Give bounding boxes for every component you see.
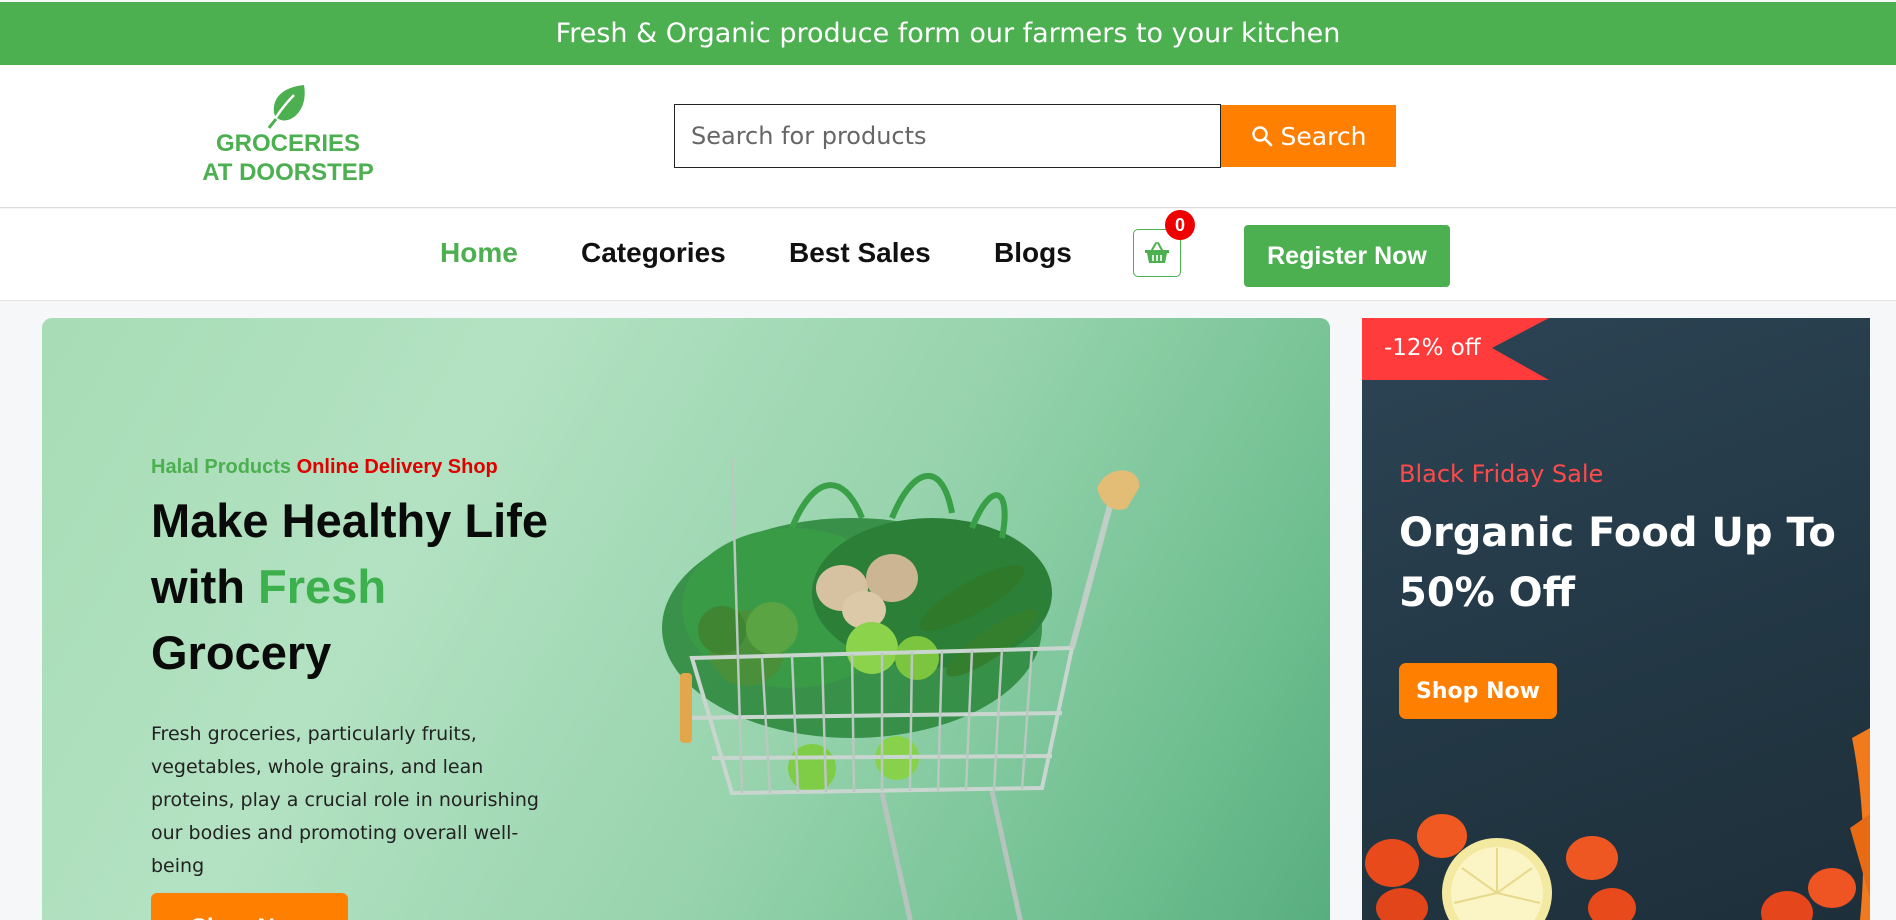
hero-title-highlight: Fresh [258, 560, 387, 613]
logo-line-1: GROCERIES [215, 130, 361, 157]
promo-shop-now-button[interactable]: Shop Now [1399, 663, 1557, 719]
basket-icon [1145, 242, 1169, 263]
shopping-cart-image [662, 458, 1140, 920]
leaf-icon [267, 85, 305, 129]
hero-tagline: Halal Products Online Delivery Shop [151, 456, 498, 479]
promo-subtitle: Black Friday Sale [1399, 460, 1604, 488]
hero-shop-now-button[interactable]: Shop Now [151, 893, 348, 920]
promo-title: Organic Food Up To 50% Off [1399, 510, 1836, 616]
logo-line-2: AT DOORSTEP [202, 159, 374, 186]
nav-item-categories[interactable]: Categories [581, 237, 726, 269]
hero-banner: Halal Products Online Delivery Shop Make… [42, 318, 1330, 920]
hero-description: Fresh groceries, particularly fruits, ve… [151, 723, 539, 877]
cart-count-badge: 0 [1165, 210, 1195, 240]
announcement-text: Fresh & Organic produce form our farmers… [555, 18, 1341, 49]
promo-banner[interactable]: -12% off Black Friday Sale Organic Food … [1362, 318, 1870, 920]
main-nav: Home Categories Best Sales Blogs 0 Regis… [0, 209, 1896, 301]
nav-item-home[interactable]: Home [440, 237, 518, 269]
site-header: GROCERIES AT DOORSTEP Search [0, 65, 1896, 208]
nav-item-blogs[interactable]: Blogs [994, 237, 1072, 269]
hero-title-part2: Grocery [151, 626, 332, 679]
search-input[interactable] [674, 104, 1221, 168]
site-logo[interactable]: GROCERIES AT DOORSTEP [196, 83, 380, 187]
vegetables-image [1365, 728, 1870, 920]
nav-item-best-sales[interactable]: Best Sales [789, 237, 931, 269]
hero-title: Make Healthy Life with Fresh Grocery [151, 488, 571, 686]
hero-tag-halal: Halal Products [151, 456, 292, 478]
search-icon [1251, 126, 1272, 147]
register-button[interactable]: Register Now [1244, 225, 1450, 287]
hero-tag-delivery: Online Delivery Shop [296, 456, 498, 478]
announcement-bar: Fresh & Organic produce form our farmers… [0, 2, 1896, 65]
search-button-label: Search [1280, 121, 1367, 151]
search-button[interactable]: Search [1221, 105, 1396, 167]
promo-discount: -12% off [1384, 335, 1481, 361]
